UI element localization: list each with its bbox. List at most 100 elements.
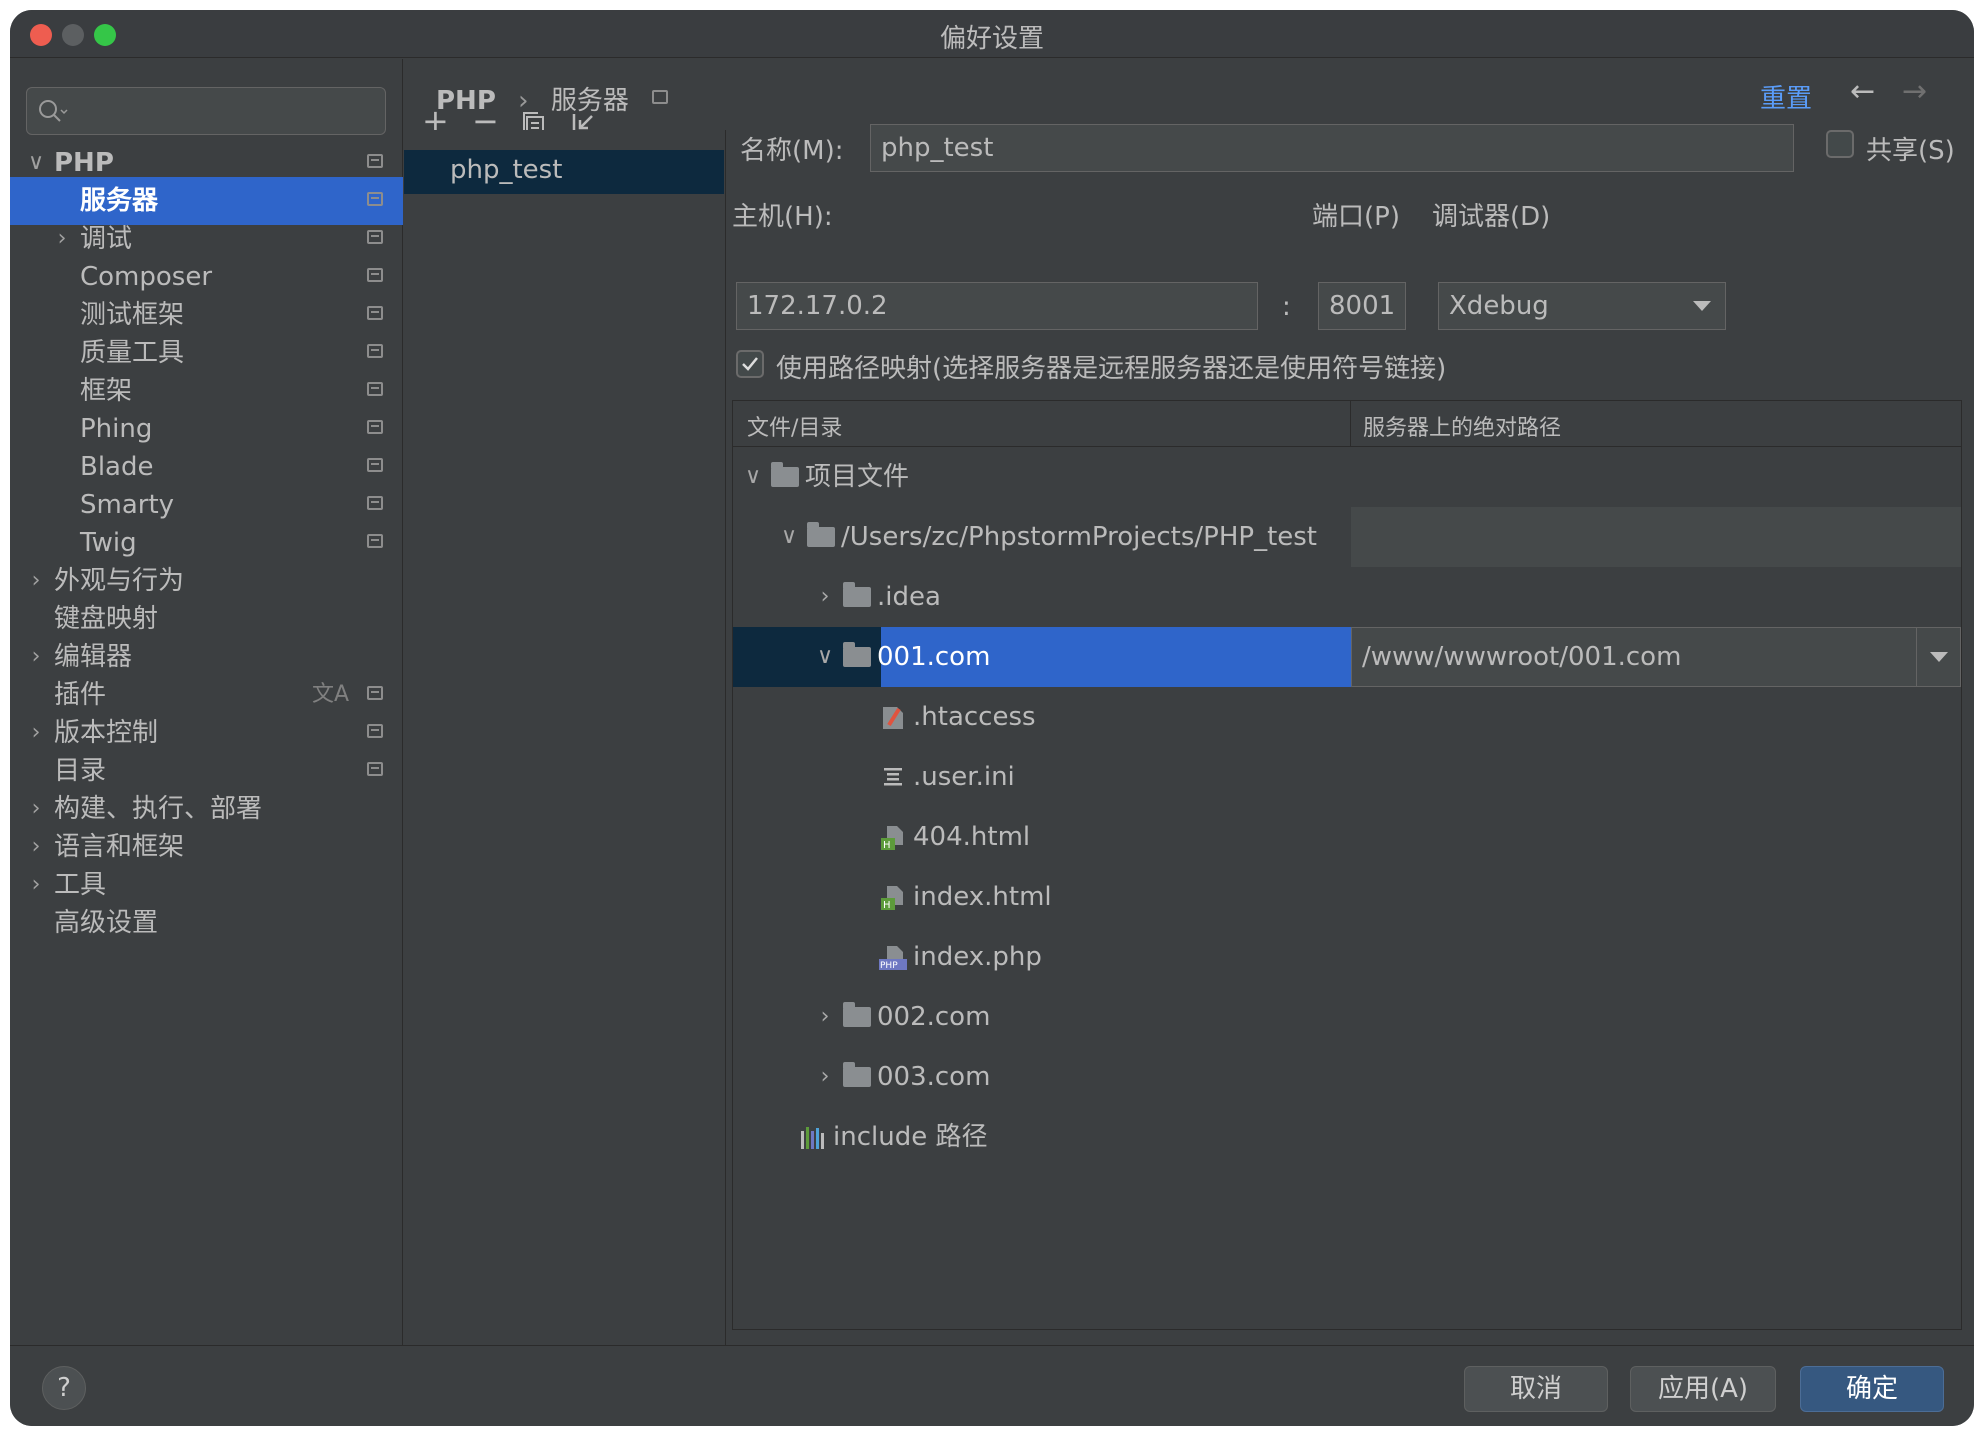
use-path-mappings-checkbox[interactable] — [736, 350, 764, 378]
table-row[interactable]: › .idea — [733, 567, 1961, 627]
chevron-down-icon[interactable]: ∨ — [813, 627, 837, 687]
preferences-window: 偏好设置 ∨ PHP 服务器 › 调试 Composer 测试框架 质量工具 框架 Phing Bl… — [10, 10, 1974, 1426]
server-list-item-label: php_test — [450, 155, 563, 185]
back-arrow-icon[interactable]: ← — [1850, 74, 1875, 109]
htaccess-file-icon — [883, 707, 903, 729]
table-header: 文件/目录 服务器上的绝对路径 — [733, 401, 1961, 447]
dialog-footer: ? 取消 应用(A) 确定 — [10, 1345, 1974, 1426]
name-label: 名称(M): — [740, 136, 844, 166]
ini-file-icon — [884, 768, 902, 786]
svg-text:H: H — [883, 840, 891, 851]
column-header-server-path: 服务器上的绝对路径 — [1363, 416, 1562, 441]
debugger-select[interactable]: Xdebug — [1438, 282, 1726, 330]
chevron-right-icon[interactable]: › — [813, 567, 837, 627]
table-row[interactable]: ∨ 项目文件 — [733, 447, 1961, 507]
search-icon — [39, 100, 68, 122]
shared-checkbox[interactable] — [1826, 130, 1854, 158]
project-scope-icon — [367, 534, 383, 548]
project-scope-icon — [367, 420, 383, 434]
table-row[interactable]: ∨ 001.com/www/wwwroot/001.com — [733, 627, 1961, 687]
title-bar: 偏好设置 — [10, 10, 1974, 58]
file-name-label: .htaccess — [913, 702, 1036, 732]
chevron-right-icon[interactable]: › — [813, 987, 837, 1047]
file-name-label: .idea — [877, 582, 941, 612]
file-name-label: 003.com — [877, 1062, 991, 1092]
project-scope-icon — [367, 458, 383, 472]
chevron-down-icon[interactable]: ∨ — [741, 447, 765, 507]
port-field[interactable]: 8001 — [1318, 282, 1406, 330]
project-scope-icon — [367, 496, 383, 510]
file-name-label: 001.com — [877, 642, 991, 672]
window-title: 偏好设置 — [939, 24, 1044, 54]
project-scope-icon — [367, 306, 383, 320]
debugger-select-value: Xdebug — [1449, 291, 1549, 321]
file-name-label: index.php — [913, 942, 1042, 972]
svg-text:H: H — [883, 900, 891, 911]
project-scope-icon — [367, 230, 383, 244]
server-path-cell[interactable] — [1351, 507, 1961, 567]
use-path-mappings-label: 使用路径映射(选择服务器是远程服务器还是使用符号链接) — [776, 354, 1447, 384]
server-path-value: /www/wwwroot/001.com — [1362, 642, 1682, 672]
chevron-down-icon — [1693, 301, 1711, 311]
server-list-item[interactable]: php_test — [404, 150, 724, 194]
project-scope-icon — [652, 90, 668, 104]
project-scope-icon — [367, 382, 383, 396]
host-port-colon: : — [1282, 292, 1291, 322]
chevron-right-icon[interactable]: › — [813, 1047, 837, 1107]
host-label: 主机(H): — [732, 202, 833, 232]
library-icon — [801, 1127, 824, 1149]
table-row[interactable]: › 003.com — [733, 1047, 1961, 1107]
table-row[interactable]: Hindex.html — [733, 867, 1961, 927]
html-file-icon: H — [881, 826, 903, 851]
php-file-icon: PHP — [879, 946, 907, 971]
table-row[interactable]: ∨ /Users/zc/PhpstormProjects/PHP_test — [733, 507, 1961, 567]
folder-icon — [843, 1002, 871, 1027]
project-scope-icon — [367, 724, 383, 738]
reset-link[interactable]: 重置 — [1760, 78, 1812, 115]
folder-icon — [807, 522, 835, 547]
project-scope-icon — [367, 344, 383, 358]
project-scope-icon — [367, 762, 383, 776]
checkmark-icon — [742, 357, 758, 371]
help-button[interactable]: ? — [42, 1366, 86, 1410]
shared-label: 共享(S) — [1866, 136, 1955, 166]
file-name-label: /Users/zc/PhpstormProjects/PHP_test — [841, 522, 1317, 552]
settings-sidebar: ∨ PHP 服务器 › 调试 Composer 测试框架 质量工具 框架 Phing Blade Sm… — [10, 59, 403, 1345]
file-name-label: include 路径 — [833, 1122, 988, 1152]
file-name-label: 404.html — [913, 822, 1031, 852]
project-scope-icon — [367, 268, 383, 282]
forward-arrow-icon[interactable]: → — [1902, 74, 1927, 109]
file-name-label: 002.com — [877, 1002, 991, 1032]
sidebar-item-advanced-settings[interactable]: 高级设置 — [10, 899, 403, 947]
path-mappings-table: 文件/目录 服务器上的绝对路径 ∨ 项目文件 ∨/Users/zc/Phpstorm… — [732, 400, 1962, 1330]
html-file-icon: H — [881, 886, 903, 911]
table-row[interactable]: .user.ini — [733, 747, 1961, 807]
file-name-label: .user.ini — [913, 762, 1015, 792]
apply-button[interactable]: 应用(A) — [1630, 1366, 1776, 1412]
ok-button[interactable]: 确定 — [1800, 1366, 1944, 1412]
file-name-label: index.html — [913, 882, 1052, 912]
table-row[interactable]: include 路径 — [733, 1107, 1961, 1167]
server-list-pane: php_test — [404, 130, 726, 1345]
table-row[interactable]: H 404.html — [733, 807, 1961, 867]
column-divider — [1350, 401, 1351, 447]
table-row[interactable]: PHP index.php — [733, 927, 1961, 987]
project-scope-icon — [367, 154, 383, 168]
table-row[interactable]: .htaccess — [733, 687, 1961, 747]
name-field[interactable]: php_test — [870, 124, 1794, 172]
port-label: 端口(P) — [1312, 202, 1400, 232]
folder-icon — [771, 462, 799, 487]
chevron-down-icon[interactable]: ∨ — [777, 507, 801, 567]
settings-search-input[interactable] — [26, 87, 386, 135]
server-path-browse-button[interactable] — [1916, 628, 1960, 686]
folder-icon — [843, 642, 871, 667]
host-field[interactable]: 172.17.0.2 — [736, 282, 1258, 330]
server-path-field[interactable]: /www/wwwroot/001.com — [1351, 627, 1961, 687]
project-scope-icon — [367, 192, 383, 206]
sidebar-item-label: 高级设置 — [54, 908, 159, 938]
table-row[interactable]: › 002.com — [733, 987, 1961, 1047]
file-name-label: 项目文件 — [805, 462, 910, 492]
folder-icon — [843, 582, 871, 607]
folder-icon — [843, 1062, 871, 1087]
cancel-button[interactable]: 取消 — [1464, 1366, 1608, 1412]
